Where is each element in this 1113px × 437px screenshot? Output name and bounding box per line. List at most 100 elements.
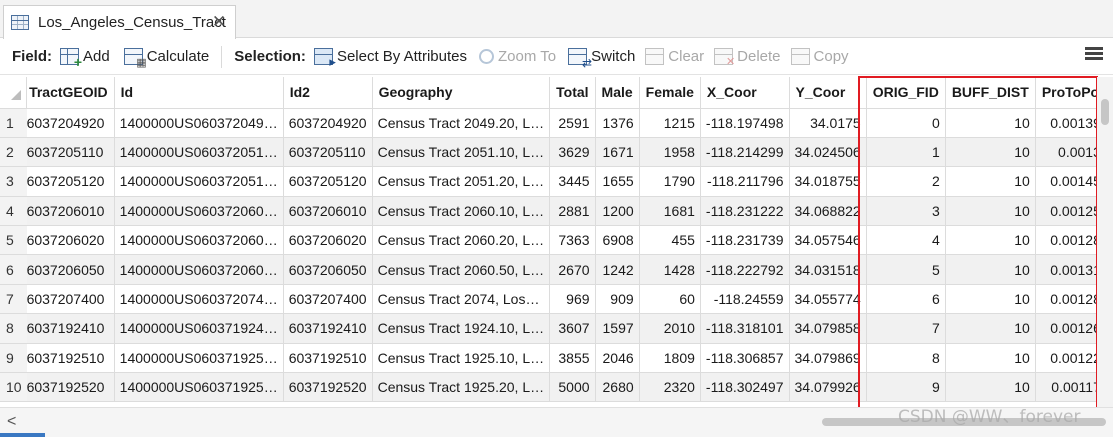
table-cell[interactable]: 5 — [866, 254, 946, 285]
table-cell[interactable]: 2010 — [639, 313, 701, 344]
table-cell[interactable]: 6037192510 — [26, 343, 115, 374]
table-cell[interactable]: 6037205110 — [26, 137, 115, 168]
table-cell[interactable]: Census Tract 2051.10, L… — [372, 137, 551, 168]
table-cell[interactable]: 10 — [945, 313, 1036, 344]
table-cell[interactable]: 10 — [945, 225, 1036, 256]
table-cell[interactable]: 2 — [866, 166, 946, 197]
table-cell[interactable]: -118.222792 — [700, 254, 790, 285]
row-number[interactable]: 6 — [0, 254, 27, 285]
table-cell[interactable]: 0.001266 — [1035, 313, 1097, 344]
table-cell[interactable]: 0.001286 — [1035, 225, 1097, 256]
table-cell[interactable]: 1809 — [639, 343, 701, 374]
table-cell[interactable]: 0.001392 — [1035, 108, 1097, 138]
row-number[interactable]: 5 — [0, 225, 27, 256]
table-row[interactable]: 2 6037205110 1400000US060372051… 6037205110… — [0, 137, 1097, 168]
table-cell[interactable]: 1400000US060371925… — [114, 343, 284, 374]
table-cell[interactable]: 34.024506 — [789, 137, 867, 168]
table-cell[interactable]: 60 — [639, 284, 701, 315]
table-cell[interactable]: 3855 — [549, 343, 596, 374]
table-cell[interactable]: 0.001283 — [1035, 284, 1097, 315]
table-cell[interactable]: 6037206020 — [26, 225, 115, 256]
row-number[interactable]: 10 — [0, 372, 27, 403]
table-cell[interactable]: 0.001253 — [1035, 196, 1097, 227]
table-cell[interactable]: 6 — [866, 284, 946, 315]
table-cell[interactable]: 34.079926 — [789, 372, 867, 403]
column-header[interactable]: ProToPop — [1035, 77, 1097, 109]
table-cell[interactable]: -118.231739 — [700, 225, 790, 256]
table-cell[interactable]: 1400000US060372060… — [114, 254, 284, 285]
add-field-button[interactable]: Add — [60, 48, 110, 70]
column-header[interactable]: Female — [639, 77, 701, 109]
table-cell[interactable]: 1400000US060372051… — [114, 166, 284, 197]
table-cell[interactable]: -118.214299 — [700, 137, 790, 168]
table-cell[interactable]: 6037192520 — [26, 372, 115, 403]
table-cell[interactable]: 7363 — [549, 225, 596, 256]
row-number[interactable]: 3 — [0, 166, 27, 197]
table-cell[interactable]: 6037206010 — [283, 196, 373, 227]
table-cell[interactable]: 10 — [945, 284, 1036, 315]
table-cell[interactable]: 1400000US060372060… — [114, 196, 284, 227]
table-cell[interactable]: 2881 — [549, 196, 596, 227]
clear-selection-button[interactable]: Clear — [645, 48, 704, 65]
table-row[interactable]: 7 6037207400 1400000US060372074… 6037207400… — [0, 284, 1097, 315]
table-cell[interactable]: 1 — [866, 137, 946, 168]
table-cell[interactable]: 10 — [945, 196, 1036, 227]
table-cell[interactable]: 6037206020 — [283, 225, 373, 256]
table-cell[interactable]: Census Tract 2051.20, L… — [372, 166, 551, 197]
table-cell[interactable]: 3445 — [549, 166, 596, 197]
table-cell[interactable]: 6037207400 — [26, 284, 115, 315]
table-cell[interactable]: 34.079858 — [789, 313, 867, 344]
select-all-corner[interactable] — [0, 77, 28, 109]
table-cell[interactable]: 2320 — [639, 372, 701, 403]
vertical-scrollbar[interactable] — [1097, 77, 1113, 407]
table-cell[interactable]: 6037192410 — [26, 313, 115, 344]
row-number[interactable]: 9 — [0, 343, 27, 374]
table-cell[interactable]: 6037192520 — [283, 372, 373, 403]
table-cell[interactable]: 1400000US060372074… — [114, 284, 284, 315]
table-cell[interactable]: 5000 — [549, 372, 596, 403]
switch-selection-button[interactable]: Switch — [568, 48, 635, 70]
table-cell[interactable]: 2046 — [595, 343, 640, 374]
table-cell[interactable]: 8 — [866, 343, 946, 374]
table-cell[interactable]: 1400000US060372051… — [114, 137, 284, 168]
table-cell[interactable]: -118.306857 — [700, 343, 790, 374]
column-header[interactable]: Total — [549, 77, 596, 109]
table-cell[interactable]: 6037206010 — [26, 196, 115, 227]
table-cell[interactable]: Census Tract 2074, Los… — [372, 284, 551, 315]
table-cell[interactable]: 34.057546 — [789, 225, 867, 256]
table-cell[interactable]: 34.068822 — [789, 196, 867, 227]
table-cell[interactable]: 6037205120 — [26, 166, 115, 197]
table-cell[interactable]: -118.211796 — [700, 166, 790, 197]
table-cell[interactable]: 4 — [866, 225, 946, 256]
table-cell[interactable]: Census Tract 1924.10, L… — [372, 313, 551, 344]
table-cell[interactable]: 1376 — [595, 108, 640, 138]
table-row[interactable]: 1 6037204920 1400000US060372049… 6037204920… — [0, 108, 1097, 138]
table-cell[interactable]: 6908 — [595, 225, 640, 256]
select-by-attributes-button[interactable]: Select By Attributes — [313, 48, 467, 70]
table-cell[interactable]: 0.001318 — [1035, 254, 1097, 285]
table-cell[interactable]: 10 — [945, 343, 1036, 374]
column-header[interactable]: TractGEOID — [26, 77, 115, 109]
table-cell[interactable]: 34.018755 — [789, 166, 867, 197]
table-cell[interactable]: 1215 — [639, 108, 701, 138]
table-cell[interactable]: 1681 — [639, 196, 701, 227]
table-cell[interactable]: 2591 — [549, 108, 596, 138]
table-cell[interactable]: Census Tract 1925.20, L… — [372, 372, 551, 403]
table-cell[interactable]: 6037206050 — [283, 254, 373, 285]
table-cell[interactable]: 1400000US060372060… — [114, 225, 284, 256]
table-cell[interactable]: 6037204920 — [26, 108, 115, 138]
zoom-to-button[interactable]: Zoom To — [479, 48, 556, 65]
copy-selection-button[interactable]: Copy — [790, 48, 849, 65]
table-cell[interactable]: 1655 — [595, 166, 640, 197]
table-cell[interactable]: 34.031518 — [789, 254, 867, 285]
row-number[interactable]: 2 — [0, 137, 27, 168]
table-cell[interactable]: 7 — [866, 313, 946, 344]
table-cell[interactable]: 1242 — [595, 254, 640, 285]
calculate-button[interactable]: Calculate — [123, 48, 209, 69]
table-cell[interactable]: 6037205120 — [283, 166, 373, 197]
table-cell[interactable]: 1671 — [595, 137, 640, 168]
table-cell[interactable]: 0 — [866, 108, 946, 138]
table-row[interactable]: 4 6037206010 1400000US060372060… 6037206010… — [0, 196, 1097, 227]
table-cell[interactable]: 3629 — [549, 137, 596, 168]
vertical-scroll-thumb[interactable] — [1101, 99, 1109, 125]
